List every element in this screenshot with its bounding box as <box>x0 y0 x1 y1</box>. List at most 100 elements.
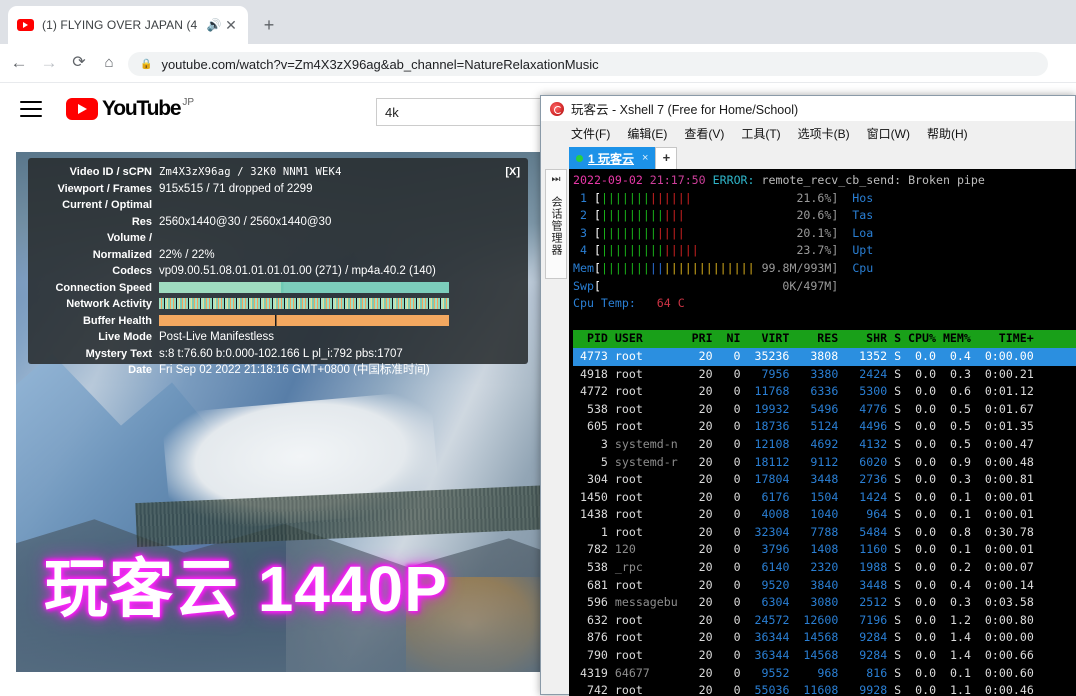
stats-key: Buffer Health <box>82 314 152 327</box>
table-row[interactable]: 4319 64677 20 0 9552 968 816 S 0.0 0.1 0… <box>573 665 1076 683</box>
stats-key: Video ID / sCPN <box>69 166 152 178</box>
connection-status-dot-icon <box>576 154 583 162</box>
stats-table: Video ID / sCPN Zm4X3zX96ag / 32K0 NNM1 … <box>34 164 518 379</box>
stats-for-nerds-panel: [X] Video ID / sCPN Zm4X3zX96ag / 32K0 N… <box>28 158 528 376</box>
stats-row: Normalized 22% / 22% <box>34 247 518 264</box>
home-icon[interactable]: ⌂ <box>99 53 119 73</box>
network-activity-graph: 336 KB <box>159 298 449 310</box>
stats-graph-row: Buffer Health 25.59 s <box>34 313 518 330</box>
back-icon[interactable]: ← <box>9 53 29 73</box>
stats-key: Volume / <box>106 232 152 244</box>
table-row[interactable]: 790 root 20 0 36344 14568 9284 S 0.0 1.4… <box>573 647 1076 665</box>
new-tab-button[interactable]: + <box>256 12 282 38</box>
menu-item-tabs[interactable]: 选项卡(B) <box>798 125 850 142</box>
chrome-toolbar: ← → ⟳ ⌂ 🔒 youtube.com/watch?v=Zm4X3zX96a… <box>0 44 1076 83</box>
table-row[interactable]: 632 root 20 0 24572 12600 7196 S 0.0 1.2… <box>573 612 1076 630</box>
table-row[interactable]: 304 root 20 0 17804 3448 2736 S 0.0 0.3 … <box>573 471 1076 489</box>
table-row[interactable]: 876 root 20 0 36344 14568 9284 S 0.0 1.4… <box>573 629 1076 647</box>
table-row[interactable]: 4918 root 20 0 7956 3380 2424 S 0.0 0.3 … <box>573 366 1076 384</box>
menu-item-window[interactable]: 窗口(W) <box>867 125 910 142</box>
table-row[interactable]: 1 root 20 0 32304 7788 5484 S 0.0 0.8 0:… <box>573 524 1076 542</box>
terminal-output[interactable]: 2022-09-02 21:17:50 ERROR: remote_recv_c… <box>569 169 1076 696</box>
youtube-country-code: JP <box>182 97 194 108</box>
address-bar[interactable]: 🔒 youtube.com/watch?v=Zm4X3zX96ag&ab_cha… <box>128 52 1048 76</box>
table-row[interactable]: 782 120 20 0 3796 1408 1160 S 0.0 0.1 0:… <box>573 541 1076 559</box>
stats-value <box>159 230 518 247</box>
stats-row: Current / Optimal <box>34 197 518 214</box>
stats-value: s:8 t:76.60 b:0.000-102.166 L pl_i:792 p… <box>159 347 403 360</box>
table-row[interactable]: 538 root 20 0 19932 5496 4776 S 0.0 0.5 … <box>573 401 1076 419</box>
youtube-logo[interactable]: YouTube JP <box>66 98 194 122</box>
menu-item-file[interactable]: 文件(F) <box>571 125 610 142</box>
close-icon[interactable]: [X] <box>505 164 520 181</box>
stats-row: Mystery Text s:8 t:76.60 b:0.000-102.166… <box>34 346 518 363</box>
xshell-window[interactable]: 玩客云 - Xshell 7 (Free for Home/School) 文件… <box>540 95 1076 696</box>
swap-gauge-row: Swp[ 0K/497M] <box>573 278 839 293</box>
table-row[interactable]: 3 systemd-n 20 0 12108 4692 4132 S 0.0 0… <box>573 436 1076 454</box>
menu-item-view[interactable]: 查看(V) <box>684 125 724 142</box>
memory-gauge-row: Mem[|||||||||||||||||||||| 99.8M/993M] C… <box>573 260 874 275</box>
chrome-tab-strip: (1) FLYING OVER JAPAN (4 🔊 ✕ + <box>0 0 1076 44</box>
stats-row: Volume / <box>34 230 518 247</box>
stats-key: Res <box>131 215 152 228</box>
forward-icon[interactable]: → <box>39 53 59 73</box>
stats-key: Connection Speed <box>55 281 152 294</box>
cpu-gauge-row: 4 [|||||||||||||| 23.7%] Upt <box>579 243 874 258</box>
browser-tab-title: (1) FLYING OVER JAPAN (4 <box>42 18 198 32</box>
stats-key: Live Mode <box>98 331 152 343</box>
close-icon[interactable]: × <box>642 152 648 164</box>
new-session-tab-button[interactable]: + <box>655 147 678 169</box>
reload-icon[interactable]: ⟳ <box>69 53 89 73</box>
cpu-gauge-row: 2 [|||||||||||| 20.6%] Tas <box>579 208 874 223</box>
process-table-header: PID USER PRI NI VIRT RES SHR S CPU% MEM%… <box>573 330 1076 348</box>
menu-item-edit[interactable]: 编辑(E) <box>627 125 667 142</box>
table-row[interactable]: 742 root 20 0 55036 11608 9928 S 0.0 1.1… <box>573 682 1076 696</box>
session-tab[interactable]: 1 玩客云 × <box>569 147 656 169</box>
youtube-favicon-icon <box>16 16 34 34</box>
youtube-logo-text: YouTube <box>102 97 182 120</box>
close-icon[interactable]: ✕ <box>222 18 240 32</box>
menu-item-tools[interactable]: 工具(T) <box>741 125 780 142</box>
stats-key: Viewport / Frames <box>57 182 152 195</box>
stats-graph-row: Network Activity 336 KB <box>34 296 518 313</box>
collapse-icon[interactable]: ⏭ <box>546 174 566 185</box>
session-tab-label: 1 玩客云 <box>588 151 635 166</box>
lock-icon: 🔒 <box>140 58 153 70</box>
xshell-menu-bar: 文件(F) 编辑(E) 查看(V) 工具(T) 选项卡(B) 窗口(W) 帮助(… <box>541 121 1075 145</box>
stats-value: 2560x1440@30 / 2560x1440@30 <box>159 215 332 228</box>
xshell-title-bar[interactable]: 玩客云 - Xshell 7 (Free for Home/School) <box>541 96 1075 121</box>
table-row[interactable]: 605 root 20 0 18736 5124 4496 S 0.0 0.5 … <box>573 418 1076 436</box>
xshell-app-icon <box>550 101 564 116</box>
menu-item-help[interactable]: 帮助(H) <box>927 125 968 142</box>
stats-graph-row: Connection Speed 7454 Kbps <box>34 280 518 297</box>
stats-key: Codecs <box>112 265 152 277</box>
table-row[interactable]: 681 root 20 0 9520 3840 3448 S 0.0 0.4 0… <box>573 577 1076 595</box>
stats-value: Post-Live Manifestless <box>159 331 275 343</box>
screen-root: (1) FLYING OVER JAPAN (4 🔊 ✕ + ← → ⟳ ⌂ 🔒… <box>0 0 1076 696</box>
stats-value: vp09.00.51.08.01.01.01.01.00 (271) / mp4… <box>159 265 436 277</box>
stats-value: Zm4X3zX96ag / 32K0 NNM1 WEK4 <box>159 166 342 178</box>
session-manager-panel[interactable]: ⏭ 会话管理器 <box>545 169 567 279</box>
table-row[interactable]: 1450 root 20 0 6176 1504 1424 S 0.0 0.1 … <box>573 489 1076 507</box>
table-row[interactable]: 1438 root 20 0 4008 1040 964 S 0.0 0.1 0… <box>573 506 1076 524</box>
search-input[interactable]: 4k <box>376 98 556 126</box>
stats-row: Date Fri Sep 02 2022 21:18:16 GMT+0800 (… <box>34 362 518 379</box>
terminal-lines: 2022-09-02 21:17:50 ERROR: remote_recv_c… <box>573 172 1076 696</box>
stats-row: Codecs vp09.00.51.08.01.01.01.01.00 (271… <box>34 263 518 280</box>
browser-tab[interactable]: (1) FLYING OVER JAPAN (4 🔊 ✕ <box>8 6 248 44</box>
cpu-temp-row: Cpu Temp: 64 C <box>573 296 685 311</box>
table-row[interactable]: 4773 root 20 0 35236 3808 1352 S 0.0 0.4… <box>573 347 1076 366</box>
cpu-gauge-row: 3 [|||||||||||| 20.1%] Loa <box>579 225 874 240</box>
stats-row: Video ID / sCPN Zm4X3zX96ag / 32K0 NNM1 … <box>34 164 518 181</box>
stats-value: 25.59 s <box>159 313 518 330</box>
play-icon <box>66 98 98 120</box>
connection-speed-graph: 7454 Kbps <box>159 281 449 293</box>
stats-key: Network Activity <box>66 298 152 310</box>
table-row[interactable]: 5 systemd-r 20 0 18112 9112 6020 S 0.0 0… <box>573 454 1076 472</box>
table-row[interactable]: 596 messagebu 20 0 6304 3080 2512 S 0.0 … <box>573 594 1076 612</box>
table-row[interactable]: 538 _rpc 20 0 6140 2320 1988 S 0.0 0.2 0… <box>573 559 1076 577</box>
video-player[interactable]: [X] Video ID / sCPN Zm4X3zX96ag / 32K0 N… <box>16 152 543 672</box>
speaker-icon[interactable]: 🔊 <box>206 18 222 32</box>
hamburger-menu-icon[interactable] <box>20 101 42 117</box>
table-row[interactable]: 4772 root 20 0 11768 6336 5300 S 0.0 0.6… <box>573 383 1076 401</box>
